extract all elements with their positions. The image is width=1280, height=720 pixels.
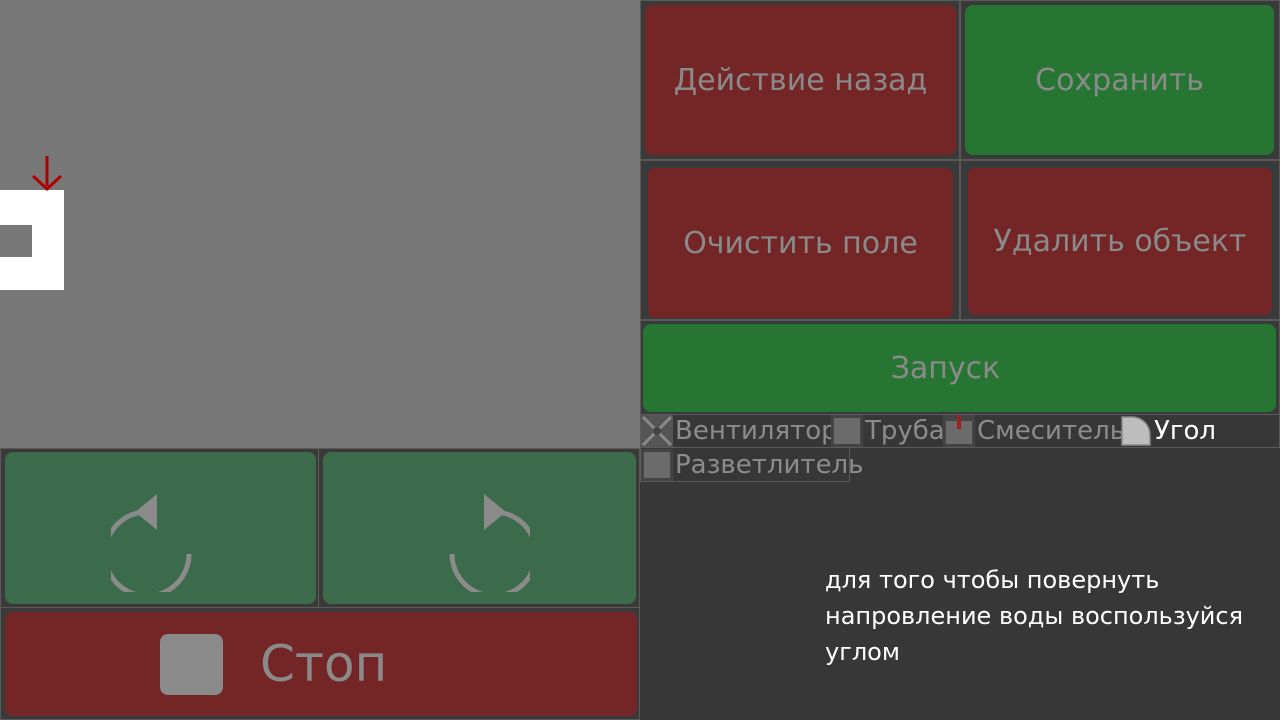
water-inlet-arrow-icon bbox=[31, 156, 63, 192]
undo-button-label: Действие назад bbox=[673, 62, 928, 98]
save-button[interactable]: Сохранить bbox=[965, 5, 1274, 155]
delete-object-button[interactable]: Удалить объект bbox=[968, 168, 1272, 315]
placed-piece-hole bbox=[0, 225, 32, 257]
mixer-icon bbox=[943, 415, 975, 447]
rotate-left-icon bbox=[110, 494, 191, 592]
palette-item-label: Угол bbox=[1154, 416, 1217, 446]
palette-item-label: Разветлитель bbox=[675, 449, 864, 480]
palette-item-label: Вентилятор bbox=[675, 416, 838, 446]
fan-icon bbox=[641, 415, 673, 447]
stop-button[interactable]: Стоп bbox=[5, 612, 637, 716]
pipe-icon bbox=[831, 415, 863, 447]
palette-item-label: Смеситель bbox=[977, 416, 1126, 446]
palette-item-corner[interactable]: Угол bbox=[1120, 415, 1220, 447]
palette-item-splitter[interactable]: Разветлитель bbox=[640, 447, 864, 482]
stop-square-icon bbox=[160, 633, 223, 695]
clear-field-button[interactable]: Очистить поле bbox=[648, 168, 953, 318]
rotate-right-button[interactable] bbox=[323, 452, 636, 604]
stop-button-label: Стоп bbox=[260, 635, 388, 693]
clear-field-button-label: Очистить поле bbox=[683, 225, 918, 261]
palette-item-pipe[interactable]: Труба bbox=[831, 415, 945, 447]
hint-text: для того чтобы повернуть напровление вод… bbox=[825, 566, 1244, 666]
corner-icon bbox=[1121, 416, 1151, 446]
run-button[interactable]: Запуск bbox=[643, 324, 1276, 412]
save-button-label: Сохранить bbox=[1035, 62, 1204, 98]
splitter-icon bbox=[641, 448, 673, 481]
run-button-label: Запуск bbox=[890, 350, 1001, 386]
work-canvas[interactable] bbox=[0, 0, 640, 450]
palette-item-fan[interactable]: Вентилятор bbox=[641, 415, 838, 447]
delete-object-button-label: Удалить объект bbox=[993, 224, 1247, 259]
rotate-left-button[interactable] bbox=[5, 452, 316, 604]
undo-button[interactable]: Действие назад bbox=[645, 5, 956, 155]
palette-item-mixer[interactable]: Смеситель bbox=[943, 415, 1125, 447]
rotate-right-icon bbox=[449, 494, 530, 592]
palette-item-label: Труба bbox=[865, 416, 945, 446]
